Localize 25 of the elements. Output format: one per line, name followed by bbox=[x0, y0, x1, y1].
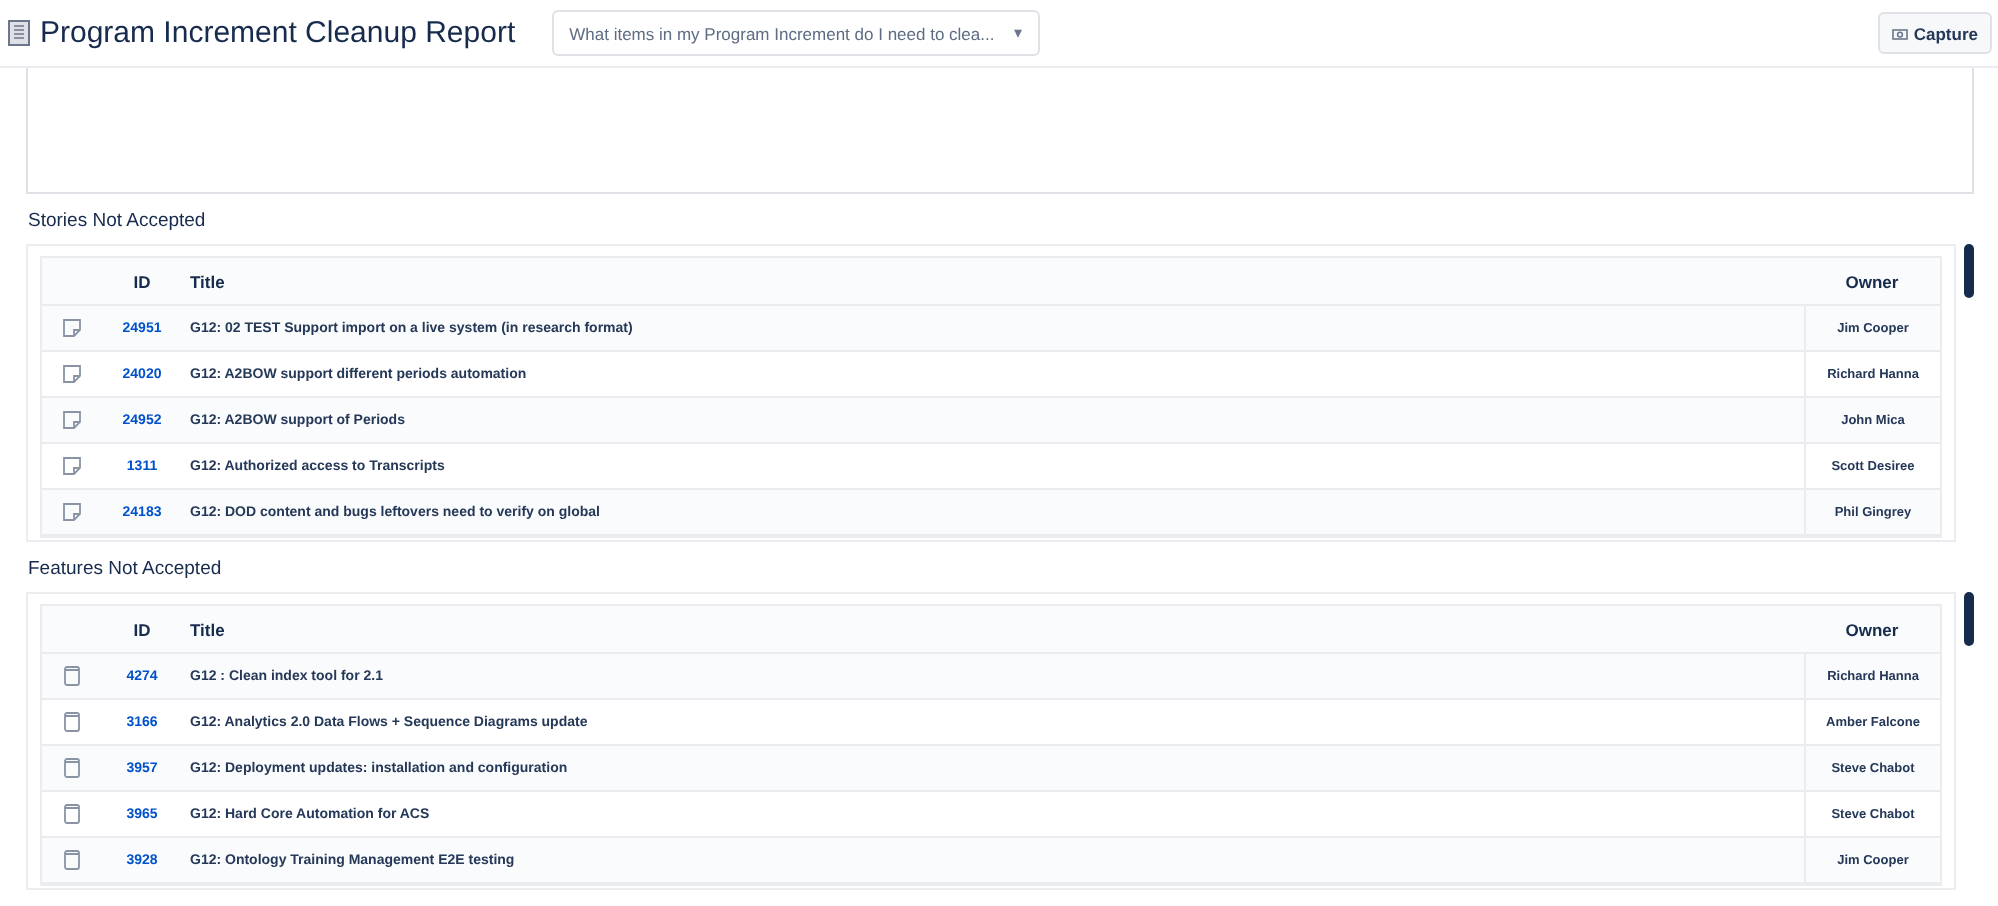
scrollbar-thumb[interactable] bbox=[1964, 592, 1974, 646]
document-icon bbox=[64, 712, 80, 732]
column-header: Owner bbox=[1843, 271, 1901, 291]
column-header: Title bbox=[188, 619, 227, 639]
question-dropdown[interactable]: What items in my Program Increment do I need to clea... ▾ bbox=[551, 10, 1041, 56]
column-header: Owner bbox=[1843, 619, 1901, 639]
note-icon bbox=[62, 318, 82, 338]
column-header: Title bbox=[188, 271, 227, 291]
document-icon bbox=[64, 758, 80, 778]
section-title: Stories Not Accepted bbox=[28, 210, 208, 232]
scrollbar-thumb[interactable] bbox=[1964, 244, 1974, 298]
document-icon bbox=[64, 666, 80, 686]
note-icon bbox=[62, 410, 82, 430]
camera-icon bbox=[1891, 27, 1908, 39]
report-title: Program Increment Cleanup Report bbox=[40, 16, 516, 50]
note-icon bbox=[62, 456, 82, 476]
column-header: ID bbox=[131, 619, 153, 639]
section-title: Features Not Accepted bbox=[28, 558, 224, 580]
capture-button[interactable]: Capture bbox=[1877, 12, 1992, 54]
note-icon bbox=[62, 502, 82, 522]
note-icon bbox=[62, 364, 82, 384]
document-icon bbox=[64, 804, 80, 824]
column-header: ID bbox=[131, 271, 153, 291]
document-icon bbox=[64, 850, 80, 870]
report-icon bbox=[8, 20, 30, 46]
